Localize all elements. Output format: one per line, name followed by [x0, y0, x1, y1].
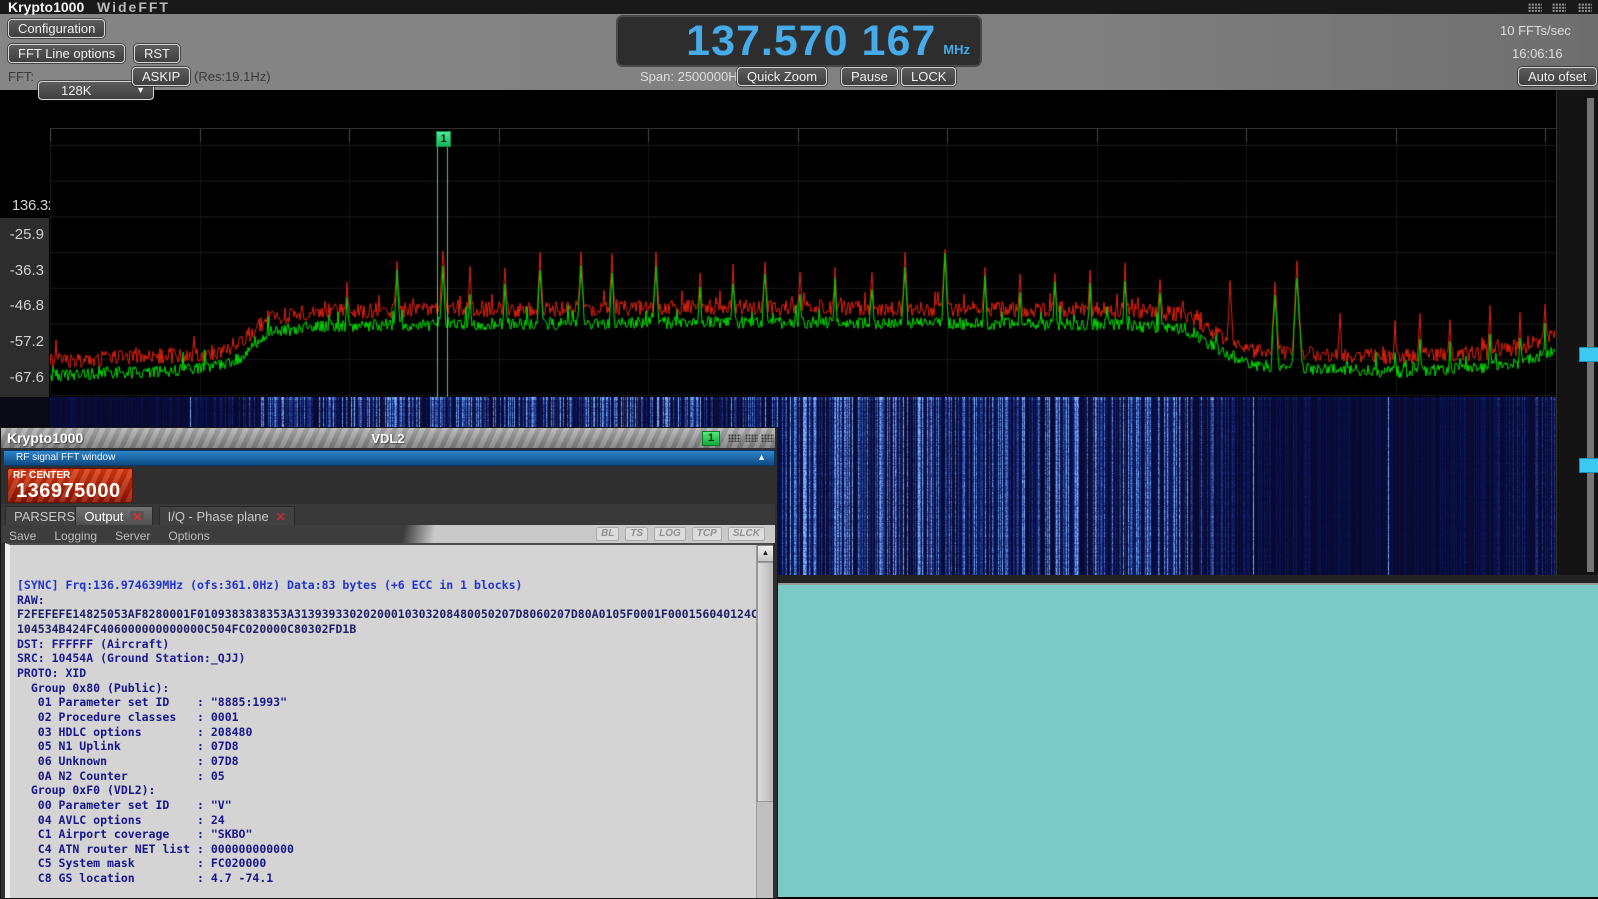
- output-line: PROTO: XID: [17, 666, 758, 681]
- output-line: 02 Procedure classes : 0001: [17, 710, 758, 725]
- output-text: [SYNC] Frq:136.974639MHz (ofs:361.0Hz) D…: [17, 578, 758, 886]
- main-toolbar: Configuration FFT Line options RST FFT: …: [0, 14, 1598, 90]
- output-line: DST: FFFFFF (Aircraft): [17, 637, 758, 652]
- right-scroll-panel: [1556, 90, 1598, 585]
- close-icon[interactable]: ✕: [276, 510, 286, 524]
- fft-size-value: 128K: [61, 82, 91, 99]
- scroll-up-icon[interactable]: ▲: [757, 545, 773, 562]
- configuration-button[interactable]: Configuration: [8, 19, 105, 38]
- vdl2-title-bar[interactable]: Krypto1000 VDL2 1: [1, 428, 775, 448]
- quick-zoom-button[interactable]: Quick Zoom: [737, 67, 827, 86]
- flag-slck: SLCK: [728, 527, 765, 541]
- resolution-label: (Res:19.1Hz): [194, 69, 271, 84]
- db-tick-label: -25.9: [0, 226, 44, 243]
- output-line: SRC: 10454A (Ground Station:_QJJ): [17, 651, 758, 666]
- rst-button[interactable]: RST: [134, 44, 180, 63]
- tab-label: I/Q - Phase plane: [168, 509, 269, 524]
- menu-item-logging[interactable]: Logging: [54, 529, 97, 543]
- spectrum-canvas[interactable]: [50, 128, 1556, 398]
- frequency-unit: MHz: [943, 42, 970, 57]
- time-label: 16:06:16: [1512, 46, 1563, 61]
- output-pane[interactable]: [SYNC] Frq:136.974639MHz (ofs:361.0Hz) D…: [5, 543, 773, 898]
- level-handle-upper[interactable]: [1579, 347, 1598, 362]
- flag-tcp: TCP: [692, 527, 722, 541]
- tab-label: Output: [84, 509, 123, 524]
- section-header-label: RF signal FFT window: [16, 452, 115, 463]
- fft-size-label: FFT:: [8, 69, 34, 84]
- vdl2-window-caption: VDL2: [1, 431, 775, 446]
- span-label: Span: 2500000Hz: [640, 69, 744, 84]
- tab-parsers[interactable]: PARSERS: [5, 506, 84, 526]
- close-icon[interactable]: [1578, 3, 1592, 12]
- minimize-icon[interactable]: [728, 434, 741, 442]
- rf-fft-section-header[interactable]: RF signal FFT window ▲: [3, 450, 775, 466]
- output-line: Group 0xF0 (VDL2):: [17, 783, 758, 798]
- output-line: 03 HDLC options : 208480: [17, 725, 758, 740]
- minimize-icon[interactable]: [1528, 3, 1542, 12]
- db-tick-label: -46.8: [0, 297, 44, 314]
- fft-line-options-button[interactable]: FFT Line options: [8, 44, 125, 63]
- app-logo: WideFFT: [97, 0, 170, 14]
- scrollbar-thumb[interactable]: [757, 562, 773, 802]
- auto-ofset-button[interactable]: Auto ofset: [1518, 67, 1597, 86]
- output-line: 05 N1 Uplink : 07D8: [17, 739, 758, 754]
- tab-bar: PARSERS Output ✕ I/Q - Phase plane ✕: [1, 504, 775, 525]
- askip-button[interactable]: ASKIP: [132, 67, 190, 86]
- output-line: C4 ATN router NET list : 000000000000: [17, 842, 758, 857]
- lock-button[interactable]: LOCK: [901, 67, 956, 86]
- level-handle-lower[interactable]: [1579, 458, 1598, 473]
- output-line: 00 Parameter set ID : "V": [17, 798, 758, 813]
- menu-item-options[interactable]: Options: [168, 529, 209, 543]
- db-tick-label: -57.2: [0, 333, 44, 350]
- output-line: 06 Unknown : 07D8: [17, 754, 758, 769]
- maximize-icon[interactable]: [1552, 3, 1566, 12]
- close-icon[interactable]: ✕: [130, 511, 144, 523]
- db-tick-label: -67.6: [0, 369, 44, 386]
- output-line: RAW:: [17, 593, 758, 608]
- output-line: 04 AVLC options : 24: [17, 813, 758, 828]
- tab-output[interactable]: Output ✕: [75, 506, 153, 526]
- output-line: [SYNC] Frq:136.974639MHz (ofs:361.0Hz) D…: [17, 578, 758, 593]
- marker-1-label: 1: [436, 131, 451, 147]
- output-line: 0A N2 Counter : 05: [17, 769, 758, 784]
- output-line: 01 Parameter set ID : "8885:1993": [17, 695, 758, 710]
- main-title-bar[interactable]: Krypto1000 WideFFT: [0, 0, 1598, 14]
- app-title: Krypto1000: [8, 0, 84, 14]
- vdl2-window: Krypto1000 VDL2 1 RF signal FFT window ▲…: [0, 427, 778, 899]
- output-line: C1 Airport coverage : "SKBO": [17, 827, 758, 842]
- flag-ts: TS: [625, 527, 648, 541]
- rf-center-display[interactable]: RF CENTER 136975000 Hz: [7, 468, 133, 503]
- collapse-icon[interactable]: ▲: [757, 452, 766, 462]
- frequency-value: 137.570 167: [686, 19, 936, 63]
- maximize-icon[interactable]: [745, 434, 758, 442]
- output-line: Group 0x80 (Public):: [17, 681, 758, 696]
- output-line: 104534B424FC406000000000000C504FC020000C…: [17, 622, 758, 637]
- menu-item-server[interactable]: Server: [115, 529, 150, 543]
- close-icon[interactable]: [761, 434, 774, 442]
- db-tick-label: -36.3: [0, 262, 44, 279]
- output-line: F2FEFEFE14825053AF8280001F0109383838353A…: [17, 607, 758, 622]
- output-line: C5 System mask : FC020000: [17, 856, 758, 871]
- flag-log: LOG: [654, 527, 686, 541]
- status-flags: BL TS LOG TCP SLCK: [596, 527, 765, 541]
- scrollbar-track[interactable]: [1587, 98, 1594, 572]
- tab-label: PARSERS: [14, 509, 75, 524]
- ffts-per-sec-label: 10 FFTs/sec: [1500, 23, 1571, 38]
- output-scrollbar[interactable]: ▲: [756, 545, 773, 898]
- menu-bar: Save Logging Server Options BL TS LOG TCP SLCK: [1, 525, 775, 543]
- output-line: C8 GS location : 4.7 -74.1: [17, 871, 758, 886]
- flag-bl: BL: [596, 527, 619, 541]
- frequency-display[interactable]: 137.570 167 MHz: [617, 16, 981, 66]
- channel-badge: 1: [702, 431, 720, 446]
- menu-item-save[interactable]: Save: [9, 529, 36, 543]
- pause-button[interactable]: Pause: [841, 67, 898, 86]
- tab-i-q-phase-plane[interactable]: I/Q - Phase plane ✕: [159, 506, 295, 526]
